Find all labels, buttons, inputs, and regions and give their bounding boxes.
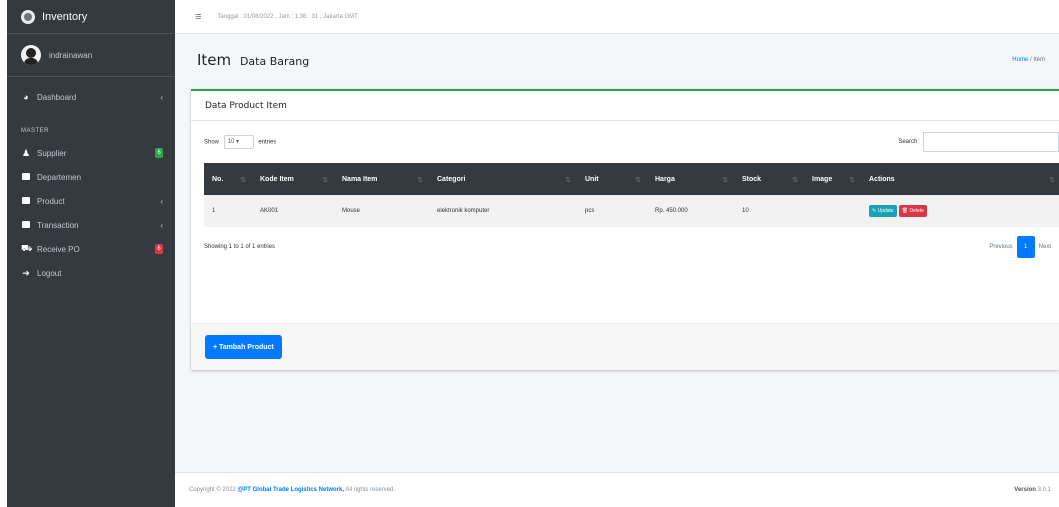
delete-button[interactable]: 🗑 Delete	[898, 205, 927, 217]
length-control: Show 10 ▾ entries	[204, 135, 276, 149]
avatar	[21, 45, 41, 65]
page-title-main: Item	[197, 51, 232, 69]
sidebar-item-label: Supplier	[37, 148, 67, 158]
product-card: Data Product Item Show 10 ▾ entries Sear…	[191, 89, 1059, 370]
cell-no: 1	[212, 208, 216, 214]
col-nama-item[interactable]: Nama Item ⇅	[334, 163, 429, 195]
cell-kode-item: AK001	[260, 208, 279, 214]
entries-label: entries	[258, 139, 277, 146]
datetime-text: Tanggal : 01/08/2022 , Jam : 1:36 : 31 ,…	[217, 13, 358, 20]
table-controls: Show 10 ▾ entries Search:	[191, 121, 1059, 163]
search-control: Search:	[898, 132, 1059, 152]
breadcrumb-separator: /	[1029, 57, 1032, 63]
breadcrumb: Home / Item	[1012, 57, 1045, 63]
page-footer: Copyright © 2022 @PT Global Trade Logist…	[175, 472, 1059, 507]
brand[interactable]: Inventory	[7, 0, 175, 34]
sidebar-item-label: Product	[37, 196, 65, 206]
entries-select[interactable]: 10 ▾	[223, 135, 254, 149]
table-row: 1 AK001 Mouse elektronik komputer pcs Rp…	[204, 195, 1059, 227]
sidebar-nav: ◕ Dashboard ‹ MASTER ♟ Supplier 6 Depart…	[7, 77, 175, 285]
col-kode-item[interactable]: Kode Item ⇅	[252, 163, 334, 195]
table-footer: Showing 1 to 1 of 1 entries Previous 1 N…	[191, 227, 1059, 267]
top-navbar: ≡ Tanggal : 01/08/2022 , Jam : 1:36 : 31…	[175, 0, 1059, 34]
page-title: Item Data Barang	[197, 51, 309, 69]
copyright: Copyright © 2022 @PT Global Trade Logist…	[189, 487, 395, 493]
table-icon	[21, 172, 31, 182]
card-title: Data Product Item	[191, 91, 1059, 121]
supplier-badge: 6	[155, 148, 163, 158]
tachometer-icon: ◕	[23, 92, 29, 102]
col-stock[interactable]: Stock ⇅	[734, 163, 804, 195]
version-label: Version	[1014, 487, 1036, 493]
user-panel[interactable]: indrainawan	[7, 34, 175, 77]
col-image[interactable]: Image ⇅	[804, 163, 861, 195]
menu-icon[interactable]: ≡	[195, 11, 201, 23]
sidebar-item-label: Receive PO	[37, 244, 80, 254]
truck-icon: ⛟	[21, 243, 33, 253]
card-footer: + Tambah Product	[191, 323, 1059, 370]
sidebar-item-receive-po[interactable]: ⛟ Receive PO 6	[7, 237, 175, 261]
sign-out-icon: ➜	[22, 267, 30, 278]
cell-actions: ✎ Update 🗑 Delete	[861, 195, 1059, 227]
user-name: indrainawan	[49, 50, 93, 60]
user-icon: ♟	[21, 147, 31, 158]
cell-nama-item: Mouse	[342, 208, 361, 214]
table-header-row: No. ⇅ Kode Item ⇅ Nama Item ⇅ Categori ⇅ Uni…	[204, 163, 1059, 195]
receive-po-badge: 6	[155, 244, 163, 254]
table-icon	[21, 196, 31, 206]
version-number: 3.0.1	[1037, 487, 1051, 493]
sidebar-item-label: Departemen	[37, 172, 82, 182]
page-1-button[interactable]: 1	[1016, 236, 1035, 258]
breadcrumb-current: Item	[1033, 57, 1045, 63]
table-icon	[21, 220, 31, 230]
cell-unit: pcs	[585, 208, 595, 214]
sidebar-item-dashboard[interactable]: ◕ Dashboard ‹	[7, 85, 175, 109]
add-product-button[interactable]: + Tambah Product	[205, 335, 282, 359]
update-button[interactable]: ✎ Update	[869, 205, 897, 217]
col-actions[interactable]: Actions ⇅	[861, 163, 1059, 195]
nav-section-header: MASTER	[21, 128, 50, 134]
cell-image	[804, 195, 861, 227]
sidebar-item-logout[interactable]: ➜ Logout	[7, 261, 175, 285]
sidebar-item-transaction[interactable]: Transaction ‹	[7, 213, 175, 237]
sidebar-item-supplier[interactable]: ♟ Supplier 6	[7, 141, 175, 165]
cell-harga: Rp. 450.000	[655, 208, 688, 214]
company-link[interactable]: @PT Global Trade Logistics Network,	[237, 487, 344, 493]
chevron-left-icon: ‹	[160, 92, 163, 102]
col-no[interactable]: No. ⇅	[204, 163, 252, 195]
next-page-button[interactable]: Next	[1035, 244, 1055, 250]
sidebar-item-label: Logout	[37, 268, 62, 278]
cell-categori: elektronik komputer	[437, 208, 490, 214]
col-unit[interactable]: Unit ⇅	[577, 163, 647, 195]
cell-stock: 10	[742, 208, 749, 214]
product-table: No. ⇅ Kode Item ⇅ Nama Item ⇅ Categori ⇅ Uni…	[204, 163, 1059, 227]
sidebar: Inventory indrainawan ◕ Dashboard ‹ MAST…	[7, 0, 175, 507]
col-categori[interactable]: Categori ⇅	[429, 163, 577, 195]
previous-page-button[interactable]: Previous	[985, 244, 1016, 250]
page-subtitle: Data Barang	[239, 55, 310, 68]
col-harga[interactable]: Harga ⇅	[647, 163, 734, 195]
sidebar-item-label: Dashboard	[37, 92, 77, 102]
breadcrumb-home[interactable]: Home	[1012, 57, 1028, 63]
brand-name: Inventory	[42, 10, 88, 23]
search-label: Search:	[898, 139, 919, 145]
chevron-left-icon: ‹	[160, 196, 163, 206]
sidebar-item-product[interactable]: Product ‹	[7, 189, 175, 213]
sidebar-item-label: Transaction	[37, 220, 79, 230]
content-wrapper: Item Data Barang Home / Item Data Produc…	[175, 34, 1059, 472]
show-label: Show	[204, 139, 220, 146]
sidebar-item-departemen[interactable]: Departemen	[7, 165, 175, 189]
version-info: Version 3.0.1	[1014, 487, 1051, 493]
rights-text: All rights reserved.	[345, 487, 396, 493]
brand-logo-icon	[21, 9, 35, 24]
copyright-text: Copyright © 2022	[189, 487, 236, 493]
search-input[interactable]	[923, 132, 1059, 152]
content-header: Item Data Barang Home / Item	[175, 34, 1059, 86]
pagination: Previous 1 Next	[985, 236, 1055, 258]
table-info: Showing 1 to 1 of 1 entries	[204, 244, 276, 250]
chevron-left-icon: ‹	[160, 220, 163, 230]
